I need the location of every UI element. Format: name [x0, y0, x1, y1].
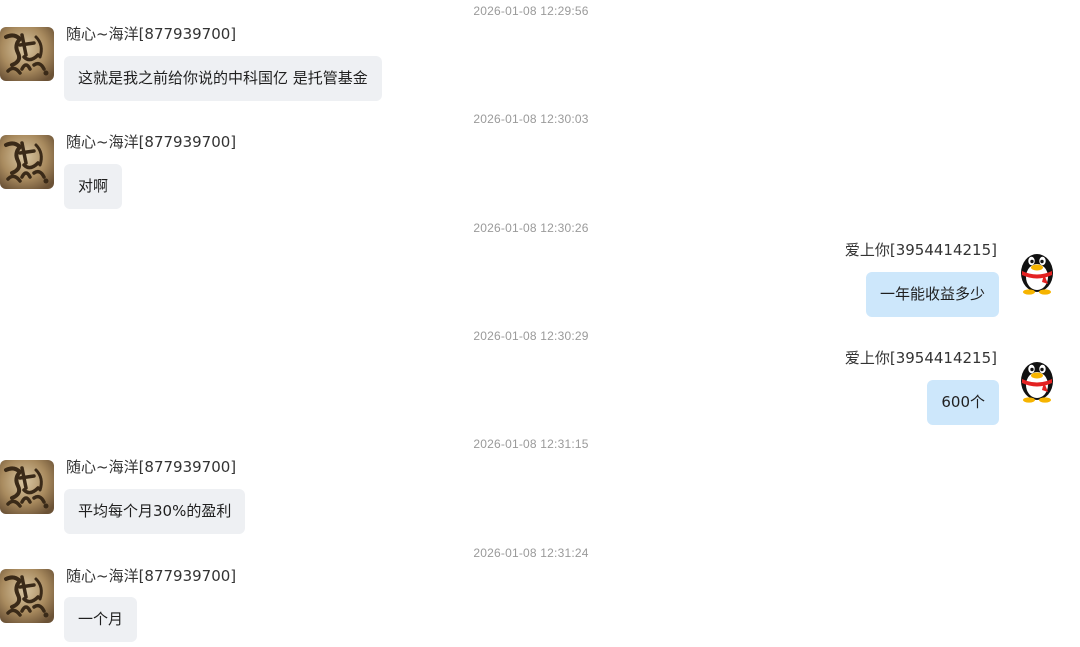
message-timestamp: 2026-01-08 12:31:24	[473, 546, 589, 560]
message-timestamp: 2026-01-08 12:30:03	[473, 112, 589, 126]
message-bubble[interactable]: 这就是我之前给你说的中科国亿 是托管基金	[64, 56, 382, 101]
qq-penguin-icon[interactable]	[1010, 243, 1064, 297]
sender-name: 随心~海洋[877939700]	[66, 133, 237, 151]
sender-name: 爱上你[3954414215]	[844, 349, 997, 367]
message-bubble[interactable]: 对啊	[64, 164, 123, 209]
chat-history: 2026-01-08 12:29:56 随心~海洋[877939700] 这就是…	[0, 0, 1080, 647]
sender-name: 爱上你[3954414215]	[844, 241, 997, 259]
sender-name: 随心~海洋[877939700]	[66, 458, 237, 476]
message-timestamp: 2026-01-08 12:30:26	[473, 221, 589, 235]
sender-name: 随心~海洋[877939700]	[66, 25, 237, 43]
message-timestamp: 2026-01-08 12:29:56	[473, 4, 589, 18]
message-bubble[interactable]: 600个	[927, 380, 999, 425]
sender-name: 随心~海洋[877939700]	[66, 567, 237, 585]
message-bubble[interactable]: 一个月	[64, 597, 138, 642]
calligraphy-avatar-icon[interactable]	[0, 460, 54, 514]
message-bubble[interactable]: 平均每个月30%的盈利	[64, 489, 246, 534]
qq-penguin-icon[interactable]	[1010, 351, 1064, 405]
calligraphy-avatar-icon[interactable]	[0, 135, 54, 189]
message-bubble[interactable]: 一年能收益多少	[865, 272, 999, 317]
calligraphy-avatar-icon[interactable]	[0, 569, 54, 623]
calligraphy-avatar-icon[interactable]	[0, 27, 54, 81]
message-timestamp: 2026-01-08 12:30:29	[473, 329, 589, 343]
message-timestamp: 2026-01-08 12:31:15	[473, 437, 589, 451]
